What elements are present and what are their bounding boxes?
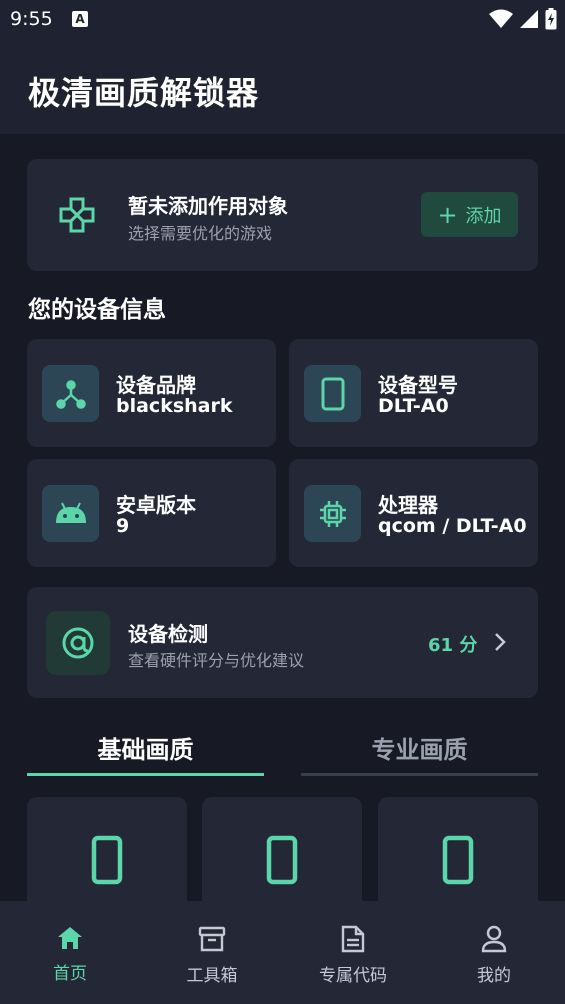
active-tab-indicator: [27, 773, 264, 776]
target-title: 暂未添加作用对象: [128, 194, 288, 218]
gamepad-icon: [59, 197, 95, 233]
nav-toolbox[interactable]: 工具箱: [162, 925, 262, 986]
nav-profile-label: 我的: [477, 966, 511, 986]
app-title: 极清画质解锁器: [28, 74, 260, 112]
nav-profile[interactable]: 我的: [444, 925, 544, 986]
android-value: 9: [116, 515, 130, 537]
bottom-navigation: 首页 工具箱 专属代码 我的: [0, 901, 565, 1004]
detect-icon-box: [46, 611, 110, 675]
brand-icon-box: [42, 365, 99, 422]
person-icon: [481, 925, 507, 953]
status-time: 9:55: [10, 8, 53, 30]
device-brand-card: 设备品牌 blackshark: [27, 339, 276, 447]
app-notification-icon: A: [72, 11, 88, 27]
processor-card: 处理器 qcom / DLT-A0: [289, 459, 538, 567]
model-icon-box: [304, 365, 361, 422]
brand-value: blackshark: [116, 395, 233, 417]
battery-icon: [545, 8, 557, 30]
device-model-card: 设备型号 DLT-A0: [289, 339, 538, 447]
nav-toolbox-label: 工具箱: [186, 966, 238, 986]
phone-icon: [442, 835, 474, 885]
chevron-right-icon: [495, 633, 506, 651]
detect-score: 61 分: [428, 635, 478, 656]
app-bar: 极清画质解锁器: [0, 38, 565, 134]
tab-basic-quality[interactable]: 基础画质: [27, 730, 264, 765]
nav-exclusive-code[interactable]: 专属代码: [303, 925, 403, 986]
add-button[interactable]: + 添加: [421, 192, 518, 237]
add-button-label: 添加: [465, 205, 502, 227]
at-sign-icon: [62, 627, 94, 659]
chip-icon: [319, 500, 346, 527]
processor-label: 处理器: [378, 493, 438, 517]
model-value: DLT-A0: [378, 395, 449, 417]
detect-title: 设备检测: [128, 622, 208, 646]
wifi-icon: [489, 9, 513, 28]
model-label: 设备型号: [378, 373, 458, 397]
target-subtitle: 选择需要优化的游戏: [128, 224, 273, 243]
signal-icon: [520, 10, 538, 28]
phone-icon: [266, 835, 298, 885]
phone-icon: [321, 377, 344, 410]
status-bar: 9:55 A: [0, 0, 565, 38]
device-detect-card[interactable]: 设备检测 查看硬件评分与优化建议 61 分: [27, 587, 538, 698]
tab-pro-quality[interactable]: 专业画质: [301, 730, 538, 765]
target-card: 暂未添加作用对象 选择需要优化的游戏 + 添加: [27, 159, 538, 271]
nav-home[interactable]: 首页: [20, 925, 120, 984]
android-version-card: 安卓版本 9: [27, 459, 276, 567]
share-nodes-icon: [55, 379, 86, 409]
device-section-title: 您的设备信息: [28, 297, 166, 323]
nav-home-label: 首页: [53, 964, 87, 984]
plus-icon: +: [437, 200, 458, 229]
detect-subtitle: 查看硬件评分与优化建议: [128, 651, 305, 670]
tab-divider: [301, 773, 538, 776]
nav-exclusive-code-label: 专属代码: [319, 966, 387, 986]
brand-label: 设备品牌: [116, 373, 196, 397]
android-icon: [55, 502, 86, 523]
archive-icon: [198, 926, 226, 952]
android-icon-box: [42, 485, 99, 542]
status-icons: [489, 8, 557, 30]
processor-value: qcom / DLT-A0: [378, 515, 527, 537]
phone-icon: [91, 835, 123, 885]
cpu-icon-box: [304, 485, 361, 542]
android-label: 安卓版本: [116, 493, 196, 517]
document-icon: [341, 925, 365, 953]
home-icon: [58, 927, 82, 949]
